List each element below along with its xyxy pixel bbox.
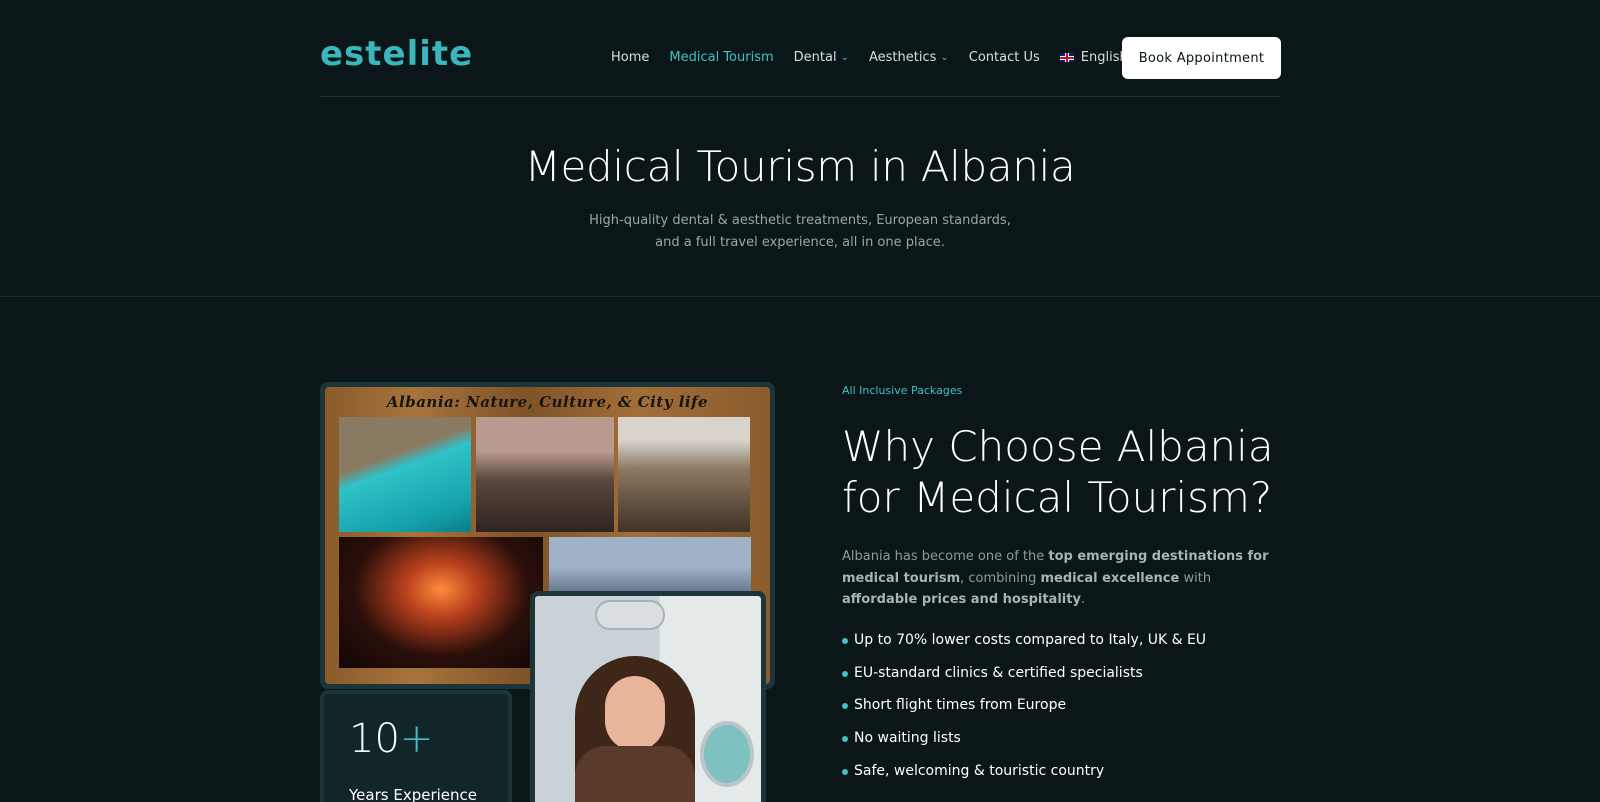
city-skyline-photo — [549, 537, 751, 597]
coast-photo — [339, 417, 471, 532]
main-nav: Home Medical Tourism Dental ⌄ Aesthetics… — [611, 50, 1140, 65]
para-text: Albania has become one of the — [842, 549, 1049, 564]
dental-lamp — [595, 600, 665, 630]
bullet-dot-icon — [842, 768, 848, 775]
nav-aesthetics-label: Aesthetics — [868, 50, 937, 65]
nav-home[interactable]: Home — [611, 50, 649, 65]
para-text: , combining — [960, 570, 1041, 586]
list-item: EU-standard clinics & certified speciali… — [842, 665, 1206, 698]
uk-flag-icon — [1059, 53, 1074, 62]
list-item: Safe, welcoming & touristic country — [842, 763, 1206, 796]
chevron-down-icon: ⌄ — [940, 51, 949, 63]
site-header: estelite Home Medical Tourism Dental ⌄ A… — [320, 0, 1281, 97]
chevron-down-icon: ⌄ — [840, 51, 849, 63]
section-description: Albania has become one of the top emergi… — [842, 546, 1272, 611]
stat-suffix: + — [399, 716, 434, 762]
nav-medical-tourism[interactable]: Medical Tourism — [669, 50, 773, 65]
list-item-text: Up to 70% lower costs compared to Italy,… — [854, 632, 1207, 648]
hero: Medical Tourism in Albania High-quality … — [0, 97, 1600, 297]
nav-dental-label: Dental — [793, 50, 837, 65]
bullet-dot-icon — [842, 670, 848, 677]
stat-number: 10+ — [349, 716, 433, 762]
nav-dental[interactable]: Dental ⌄ — [794, 50, 849, 65]
list-item: No waiting lists — [842, 730, 1206, 763]
patient-shirt — [575, 746, 695, 802]
hero-subtitle: High-quality dental & aesthetic treatmen… — [0, 210, 1600, 254]
hand-mirror — [700, 721, 754, 787]
list-item: Up to 70% lower costs compared to Italy,… — [842, 632, 1206, 665]
dental-patient-image — [530, 591, 766, 802]
hero-subtitle-line-1: High-quality dental & aesthetic treatmen… — [589, 213, 1011, 228]
stat-number-value: 10 — [349, 716, 400, 762]
nav-contact-us[interactable]: Contact Us — [969, 50, 1040, 65]
bullet-dot-icon — [842, 703, 848, 710]
list-item-text: Short flight times from Europe — [854, 697, 1067, 714]
book-appointment-button[interactable]: Book Appointment — [1122, 37, 1281, 79]
street-photo — [618, 417, 750, 532]
list-item-text: No waiting lists — [854, 730, 961, 747]
section-title: Why Choose Albania for Medical Tourism? — [842, 421, 1302, 523]
para-bold-text: medical excellence — [1040, 570, 1180, 586]
benefits-list: Up to 70% lower costs compared to Italy,… — [842, 632, 1206, 795]
collage-caption: Albania: Nature, Culture, & City life — [386, 393, 709, 411]
old-town-photo — [476, 417, 614, 532]
para-text: . — [1080, 592, 1086, 607]
nav-home-label: Home — [611, 50, 650, 65]
list-item-text: Safe, welcoming & touristic country — [854, 762, 1105, 779]
concert-photo — [339, 537, 543, 668]
section-title-line-1: Why Choose Albania — [842, 422, 1274, 471]
bullet-dot-icon — [842, 736, 848, 743]
nav-contact-us-label: Contact Us — [968, 50, 1040, 65]
logo[interactable]: estelite — [320, 34, 473, 74]
language-label: English — [1080, 50, 1128, 65]
list-item: Short flight times from Europe — [842, 697, 1206, 730]
list-item-text: EU-standard clinics & certified speciali… — [854, 664, 1143, 681]
nav-medical-tourism-label: Medical Tourism — [669, 50, 774, 65]
page-title: Medical Tourism in Albania — [524, 142, 1076, 191]
para-text: with — [1179, 570, 1212, 586]
nav-aesthetics[interactable]: Aesthetics ⌄ — [869, 50, 949, 65]
bullet-dot-icon — [842, 638, 848, 644]
patient-face — [605, 676, 665, 751]
stat-label: Years Experience — [349, 786, 477, 802]
para-bold-text: affordable prices and hospitality — [842, 592, 1081, 607]
section-eyebrow: All Inclusive Packages — [842, 384, 963, 397]
patient-photo — [535, 596, 761, 802]
section-title-line-2: for Medical Tourism? — [842, 473, 1273, 522]
hero-subtitle-line-2: and a full travel experience, all in one… — [655, 235, 945, 250]
experience-stat-card: 10+ Years Experience — [320, 690, 512, 802]
